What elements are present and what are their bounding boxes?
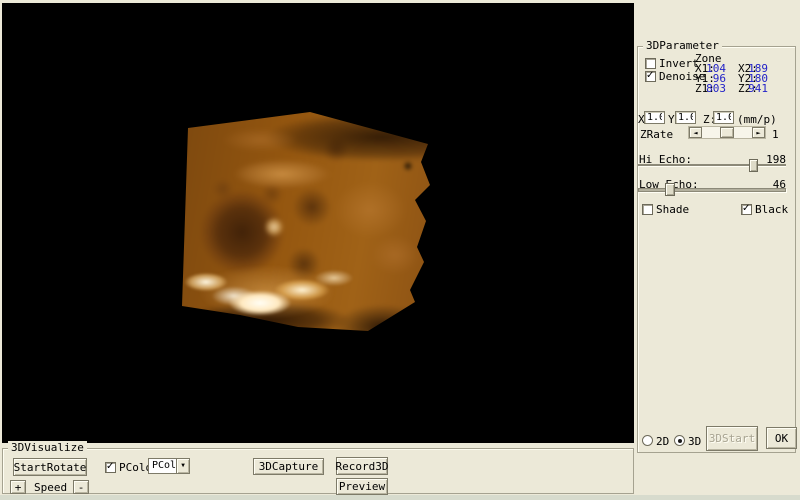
zrate-scroll-right-button[interactable]: ► <box>752 127 765 138</box>
speed-label: Speed <box>34 481 68 494</box>
scroll-right-icon: ► <box>756 129 761 137</box>
capture-3d-button[interactable]: 3DCapture <box>253 458 324 475</box>
mode-2d-radio[interactable] <box>642 435 653 446</box>
radio-dot-icon <box>678 439 682 443</box>
black-checkbox[interactable]: ✓ <box>741 203 752 215</box>
check-icon: ✓ <box>646 70 655 81</box>
pcolor-dropdown[interactable]: PColor ▼ <box>148 458 190 474</box>
parameter-groupbox: 3DParameter ✓ Invert ✓ Denoise Zone X1: … <box>637 39 797 453</box>
check-icon: ✓ <box>106 461 115 472</box>
zone-z1-value: 803 <box>706 82 726 95</box>
mode-2d-label: 2D <box>656 435 670 448</box>
zrate-value: 1 <box>772 128 779 141</box>
zrate-scroll-thumb[interactable] <box>720 127 734 138</box>
record-3d-button[interactable]: Record3D <box>336 457 389 475</box>
shade-checkbox[interactable]: ✓ <box>642 204 653 215</box>
hi-echo-slider-track[interactable] <box>638 164 786 166</box>
hi-echo-slider-thumb[interactable] <box>749 159 758 172</box>
invert-label: Invert <box>659 57 699 70</box>
pcolor-checkbox[interactable]: ✓ <box>105 461 116 473</box>
shade-label: Shade <box>656 203 690 216</box>
window-bottom-edge <box>0 495 800 500</box>
zrate-scrollbar[interactable]: ◄ ► <box>688 126 766 139</box>
check-icon: ✓ <box>742 203 751 214</box>
visualize-group-title: 3DVisualize <box>8 441 87 454</box>
mode-3d-radio[interactable] <box>674 435 685 446</box>
preview-button[interactable]: Preview <box>336 478 388 495</box>
ultrasound-volume[interactable] <box>182 112 430 331</box>
low-echo-slider-thumb[interactable] <box>665 183 675 196</box>
visualize-groupbox: 3DVisualize StartRotate + Speed - ✓ PCol… <box>2 441 634 495</box>
start-rotate-button[interactable]: StartRotate <box>13 458 87 476</box>
denoise-checkbox[interactable]: ✓ <box>645 70 656 82</box>
render-viewport[interactable] <box>2 3 634 443</box>
parameter-group-title: 3DParameter <box>643 39 722 52</box>
speed-plus-button[interactable]: + <box>10 480 26 494</box>
scale-y-input[interactable] <box>675 111 696 124</box>
scale-unit-label: (mm/p) <box>737 113 777 126</box>
scale-x-input[interactable] <box>644 111 665 124</box>
low-echo-slider-track[interactable] <box>638 188 786 192</box>
zrate-scroll-left-button[interactable]: ◄ <box>689 127 702 138</box>
start3d-button[interactable]: 3DStart <box>706 426 758 451</box>
scale-z-input[interactable] <box>713 111 734 124</box>
dropdown-arrow-icon[interactable]: ▼ <box>176 459 189 473</box>
ok-button[interactable]: OK <box>766 427 797 449</box>
zrate-label: ZRate <box>640 128 674 141</box>
zone-z2-value: 941 <box>748 82 768 95</box>
ultrasound-bright-crescent <box>182 112 430 331</box>
app-window: 3DParameter ✓ Invert ✓ Denoise Zone X1: … <box>0 0 800 500</box>
speed-minus-button[interactable]: - <box>73 480 89 494</box>
invert-checkbox[interactable]: ✓ <box>645 58 656 69</box>
scroll-left-icon: ◄ <box>693 129 698 137</box>
black-label: Black <box>755 203 789 216</box>
mode-3d-label: 3D <box>688 435 702 448</box>
